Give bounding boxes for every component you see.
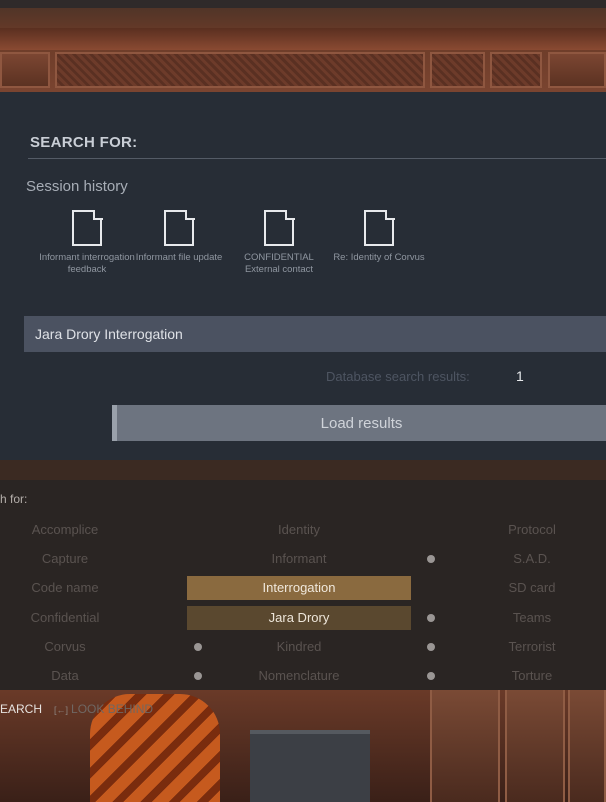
session-document-label: Informant file update: [135, 252, 223, 263]
keyword-row: Capture Informant S.A.D.: [0, 547, 606, 571]
wooden-panel: [548, 52, 606, 88]
footer-look-behind-hint[interactable]: [←] LOOK BEHIND: [54, 702, 153, 716]
look-behind-label: LOOK BEHIND: [71, 702, 154, 716]
keyword-option[interactable]: Teams: [472, 606, 592, 630]
wooden-panel: [55, 52, 425, 88]
search-panel: SEARCH FOR: Session history Informant in…: [0, 92, 606, 460]
session-document-label: Informant interrogation feedback: [39, 252, 135, 275]
wooden-panel: [0, 52, 50, 88]
keyword-link-dot: [427, 643, 435, 651]
wooden-beam: [0, 28, 606, 50]
session-document-label: CONFIDENTIAL External contact: [244, 252, 314, 275]
session-document[interactable]: CONFIDENTIAL External contact: [227, 209, 331, 276]
document-icon: [264, 209, 295, 246]
ceiling-rail: [0, 0, 606, 8]
keyword-option[interactable]: Capture: [0, 547, 130, 571]
keyword-panel: h for: Accomplice Identity Protocol Capt…: [0, 480, 606, 716]
keyword-option[interactable]: Torture: [472, 664, 592, 688]
load-results-button[interactable]: Load results: [112, 405, 606, 441]
keyword-link-dot: [427, 555, 435, 563]
session-document[interactable]: Informant interrogation feedback: [35, 209, 139, 276]
results-label: Database search results:: [326, 369, 470, 384]
keyword-option[interactable]: Kindred: [187, 635, 411, 659]
session-document-label: Re: Identity of Corvus: [333, 252, 425, 263]
keyword-option-selected[interactable]: Interrogation: [187, 576, 411, 600]
wooden-panel: [490, 52, 542, 88]
keyword-option[interactable]: Code name: [0, 576, 130, 600]
keyword-option[interactable]: Accomplice: [0, 518, 130, 542]
keyword-option[interactable]: Protocol: [472, 518, 592, 542]
session-document[interactable]: Re: Identity of Corvus: [327, 209, 431, 264]
keyword-option[interactable]: Identity: [187, 518, 411, 542]
keyword-option[interactable]: Confidential: [0, 606, 130, 630]
keyword-row: Confidential Jara Drory Teams: [0, 606, 606, 630]
results-count: 1: [516, 368, 524, 384]
session-document[interactable]: Informant file update: [127, 209, 231, 264]
wooden-panel: [430, 52, 485, 88]
keyword-row: Data Nomenclature Torture: [0, 664, 606, 688]
keyword-option-selected[interactable]: Jara Drory: [187, 606, 411, 630]
keyword-row: Accomplice Identity Protocol: [0, 518, 606, 542]
keyword-link-dot: [427, 614, 435, 622]
document-icon: [364, 209, 395, 246]
keyword-option[interactable]: Informant: [187, 547, 411, 571]
heading-divider: [28, 158, 606, 159]
keyword-panel-title: h for:: [0, 492, 28, 506]
background-scene-top: [0, 0, 606, 92]
search-query-bar[interactable]: Jara Drory Interrogation: [24, 316, 606, 352]
key-hint-icon: [←]: [54, 705, 69, 715]
keyword-option[interactable]: Terrorist: [472, 635, 592, 659]
document-icon: [72, 209, 103, 246]
wooden-cabinet: [430, 690, 500, 802]
keyword-option[interactable]: SD card: [472, 576, 592, 600]
document-icon: [164, 209, 195, 246]
wooden-cabinet: [568, 690, 606, 802]
footer-search-hint: EARCH: [0, 702, 43, 716]
wooden-cabinet: [505, 690, 565, 802]
session-history-title: Session history: [26, 178, 128, 195]
keyword-link-dot: [427, 672, 435, 680]
keyword-option[interactable]: Corvus: [0, 635, 130, 659]
keyword-option[interactable]: S.A.D.: [472, 547, 592, 571]
keyword-row: Code name Interrogation SD card: [0, 576, 606, 600]
keyword-row: Corvus Kindred Terrorist: [0, 635, 606, 659]
desk: [250, 730, 370, 802]
keyword-option[interactable]: Nomenclature: [187, 664, 411, 688]
keyword-option[interactable]: Data: [0, 664, 130, 688]
search-heading: SEARCH FOR:: [30, 134, 138, 151]
